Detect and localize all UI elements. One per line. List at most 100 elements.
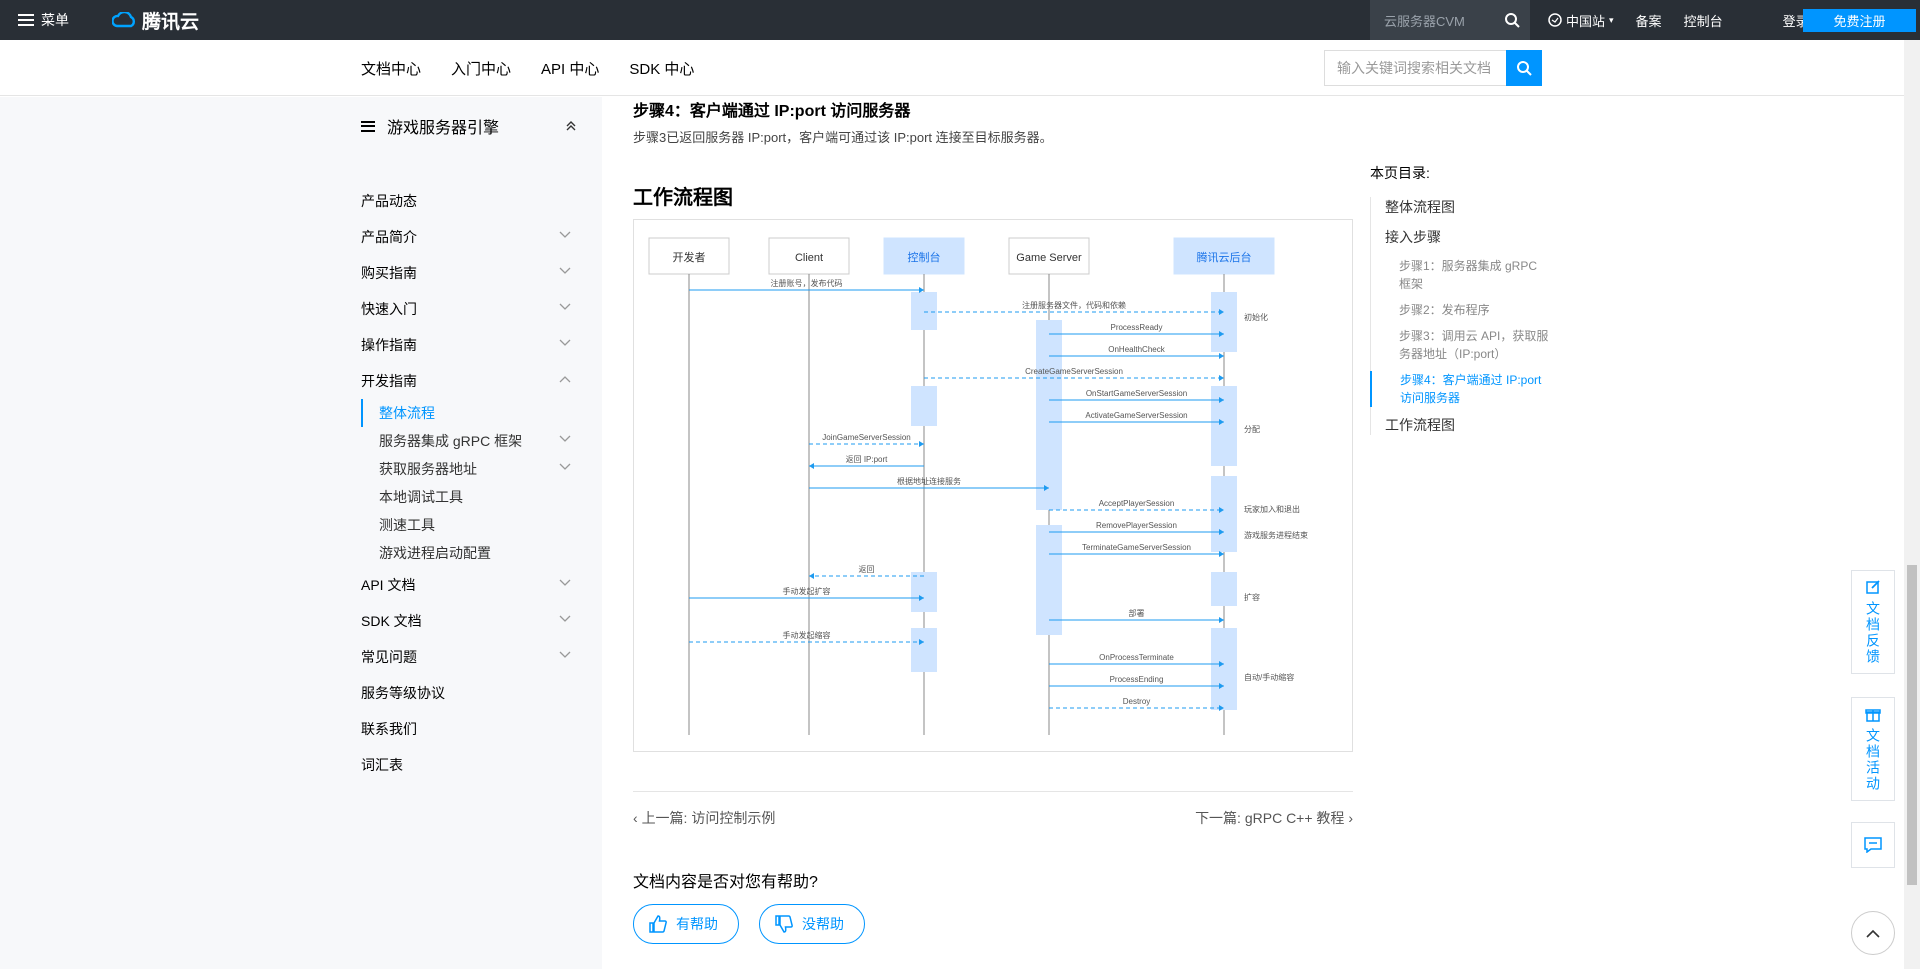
diagram-note: 玩家加入和退出 — [1244, 504, 1300, 514]
arrow-head — [809, 573, 814, 579]
sidebar-sub-get-address[interactable]: 获取服务器地址 — [361, 455, 577, 483]
chevron-down-icon — [559, 267, 571, 274]
collapse-icon[interactable] — [565, 120, 577, 132]
sidebar-item-intro[interactable]: 产品简介 — [361, 219, 577, 255]
thumbs-down-icon — [775, 915, 793, 933]
sidebar-sub-launch-config[interactable]: 游戏进程启动配置 — [361, 539, 577, 567]
top-search-input[interactable]: 云服务器CVM — [1370, 0, 1530, 40]
sidebar-item-sla[interactable]: 服务等级协议 — [361, 675, 577, 711]
link-beian[interactable]: 备案 — [1636, 11, 1662, 30]
toc-step-1[interactable]: 步骤1：服务器集成 gRPC 框架 — [1371, 257, 1550, 293]
toc-step-3[interactable]: 步骤3：调用云 API，获取服务器地址（IP:port） — [1371, 327, 1550, 363]
helpful-button[interactable]: 有帮助 — [633, 904, 739, 944]
globe-icon — [1548, 13, 1562, 27]
sidebar-item-label: 测速工具 — [379, 517, 435, 533]
link-console[interactable]: 控制台 — [1684, 11, 1723, 30]
sidebar-item-faq[interactable]: 常见问题 — [361, 639, 577, 675]
doc-activity-label: 文档活动 — [1865, 728, 1881, 792]
chevron-down-icon — [559, 615, 571, 622]
chevron-down-icon — [559, 231, 571, 238]
message-label: OnStartGameServerSession — [1086, 389, 1187, 398]
page-toc: 本页目录: 整体流程图 接入步骤 步骤1：服务器集成 gRPC 框架 步骤2：发… — [1370, 163, 1550, 445]
activation-box — [1211, 386, 1237, 466]
menu-button[interactable]: 菜单 — [18, 0, 69, 40]
sidebar-item-glossary[interactable]: 词汇表 — [361, 747, 577, 783]
message-label: ActivateGameServerSession — [1085, 411, 1187, 420]
next-link[interactable]: 下一篇: gRPC C++ 教程 › — [1195, 808, 1353, 828]
sidebar-item-quickstart[interactable]: 快速入门 — [361, 291, 577, 327]
sidebar-item-label: 游戏进程启动配置 — [379, 545, 491, 561]
toc-item-flowchart[interactable]: 整体流程图 — [1371, 197, 1550, 217]
doc-activity-button[interactable]: 文档活动 — [1851, 697, 1895, 801]
sidebar-item-purchase[interactable]: 购买指南 — [361, 255, 577, 291]
sidebar-item-api-docs[interactable]: API 文档 — [361, 567, 577, 603]
sidebar-item-operations[interactable]: 操作指南 — [361, 327, 577, 363]
sidebar-item-label: 常见问题 — [361, 649, 417, 665]
chat-icon — [1864, 837, 1882, 853]
toc-item-workflow[interactable]: 工作流程图 — [1371, 415, 1550, 435]
not-helpful-button[interactable]: 没帮助 — [759, 904, 865, 944]
lane-label: Game Server — [1016, 252, 1082, 264]
activation-box — [911, 628, 937, 672]
toc-step-2[interactable]: 步骤2：发布程序 — [1371, 301, 1550, 319]
lane-label: 开发者 — [673, 250, 706, 264]
doc-search-button[interactable] — [1506, 50, 1542, 86]
arrow-head — [1219, 353, 1224, 359]
sidebar-item-label: 开发指南 — [361, 373, 417, 389]
workflow-diagram: 开发者 Client 控制台 Game Server 腾讯云后台 注册账号，发布代码 注册服… — [633, 219, 1353, 752]
message-label: 返回 IP:port — [846, 455, 889, 464]
sidebar-sub-overall-flow[interactable]: 整体流程 — [361, 399, 577, 427]
sidebar-item-updates[interactable]: 产品动态 — [361, 183, 577, 219]
sidebar-item-label: SDK 文档 — [361, 613, 422, 629]
chevron-up-icon — [1866, 929, 1880, 938]
sidebar: 游戏服务器引擎 产品动态 产品简介 购买指南 快速入门 操作指南 开发指南 整体… — [0, 97, 602, 969]
arrow-head — [1219, 375, 1224, 381]
nav-doc-center[interactable]: 文档中心 — [361, 58, 421, 79]
feedback-question: 文档内容是否对您有帮助? — [633, 874, 818, 891]
chat-button[interactable] — [1851, 822, 1895, 868]
sidebar-item-label: 购买指南 — [361, 265, 417, 281]
sidebar-item-contact[interactable]: 联系我们 — [361, 711, 577, 747]
activation-box — [911, 386, 937, 426]
message-label: AcceptPlayerSession — [1099, 499, 1175, 508]
message-label: RemovePlayerSession — [1096, 521, 1177, 530]
sidebar-sub-debug-tool[interactable]: 本地调试工具 — [361, 483, 577, 511]
step-heading: 步骤4：客户端通过 IP:port 访问服务器 — [633, 103, 911, 120]
activation-box — [1211, 628, 1237, 710]
arrow-head — [919, 441, 924, 447]
sidebar-item-dev-guide[interactable]: 开发指南 — [361, 363, 577, 399]
nav-api-center[interactable]: API 中心 — [541, 58, 599, 79]
nav-sdk-center[interactable]: SDK 中心 — [629, 58, 694, 79]
toc-list: 整体流程图 接入步骤 步骤1：服务器集成 gRPC 框架 步骤2：发布程序 步骤… — [1370, 197, 1550, 435]
sidebar-item-label: 本地调试工具 — [379, 489, 463, 505]
doc-feedback-button[interactable]: 文档反馈 — [1851, 570, 1895, 674]
site-selector[interactable]: 中国站 ▾ — [1548, 11, 1614, 30]
brand-logo[interactable]: 腾讯云 — [112, 0, 199, 40]
sidebar-title[interactable]: 游戏服务器引擎 — [361, 114, 577, 138]
list-icon — [361, 120, 375, 132]
scroll-to-top-button[interactable] — [1851, 911, 1895, 955]
nav-getting-started[interactable]: 入门中心 — [451, 58, 511, 79]
message-label: OnHealthCheck — [1108, 345, 1165, 354]
sidebar-sub-speed-tool[interactable]: 测速工具 — [361, 511, 577, 539]
toc-item-steps[interactable]: 接入步骤 — [1371, 227, 1550, 247]
sidebar-sub-grpc[interactable]: 服务器集成 gRPC 框架 — [361, 427, 577, 455]
diagram-note: 自动/手动缩容 — [1244, 672, 1294, 682]
sidebar-item-label: 获取服务器地址 — [379, 461, 477, 477]
sidebar-item-sdk-docs[interactable]: SDK 文档 — [361, 603, 577, 639]
prev-link[interactable]: ‹ 上一篇: 访问控制示例 — [633, 808, 775, 828]
step-description: 步骤3已返回服务器 IP:port，客户端可通过该 IP:port 连接至目标服… — [633, 130, 1053, 145]
signup-button[interactable]: 免费注册 — [1803, 9, 1916, 32]
message-label: 返回 — [859, 565, 875, 574]
toc-step-4[interactable]: 步骤4：客户端通过 IP:port 访问服务器 — [1370, 371, 1550, 407]
doc-nav: 文档中心 入门中心 API 中心 SDK 中心 — [361, 40, 694, 96]
page-scrollbar[interactable] — [1904, 40, 1920, 969]
sequence-diagram: 开发者 Client 控制台 Game Server 腾讯云后台注册账号，发布代码注册服… — [648, 237, 1308, 735]
not-helpful-label: 没帮助 — [802, 916, 844, 932]
search-icon[interactable] — [1504, 12, 1520, 28]
thumbs-up-icon — [649, 915, 667, 933]
scrollbar-thumb[interactable] — [1907, 565, 1917, 885]
edit-icon — [1866, 580, 1880, 594]
sidebar-item-label: API 文档 — [361, 577, 416, 593]
site-label: 中国站 — [1566, 13, 1606, 29]
